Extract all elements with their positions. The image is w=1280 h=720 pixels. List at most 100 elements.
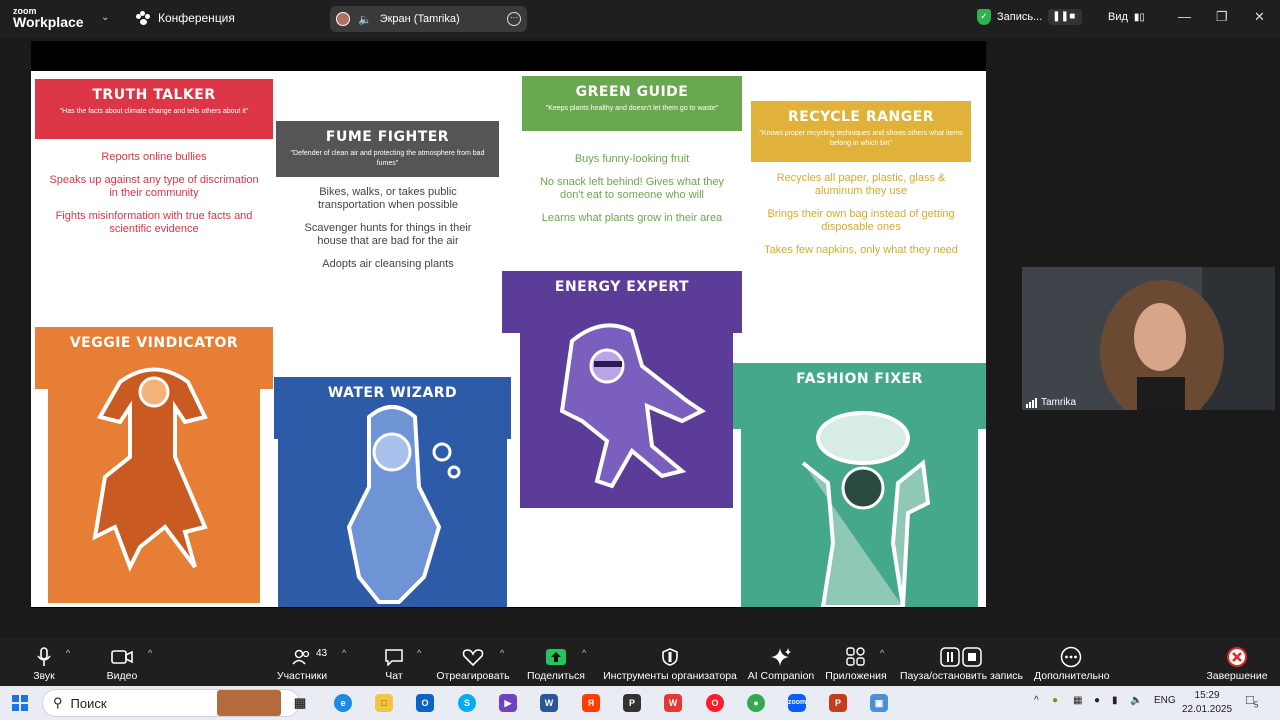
react-options-caret-icon[interactable]: ^ <box>500 648 504 658</box>
water-wizard-shirt <box>274 377 511 607</box>
microphone-icon <box>37 647 51 666</box>
apps-button[interactable]: Приложения <box>824 646 888 682</box>
recycle-ranger-header: RECYCLE RANGER "Knows proper recycling t… <box>751 101 971 162</box>
security-shield-icon[interactable]: ✓ <box>977 9 991 25</box>
card-title: RECYCLE RANGER <box>787 109 935 125</box>
zoom-taskbar-icon[interactable]: zoom <box>788 694 806 712</box>
bullet: Scavenger hunts for things in their hous… <box>304 222 472 247</box>
notification-count: 5 <box>1253 700 1259 710</box>
react-button[interactable]: Отреагировать <box>436 646 510 682</box>
file-explorer-icon[interactable]: □ <box>375 694 393 712</box>
screen-share-indicator[interactable]: 🔈 Экран (Tamrika) ··· <box>330 6 527 32</box>
share-screen-icon <box>546 649 566 665</box>
ai-companion-button[interactable]: AI Companion <box>746 646 816 682</box>
fume-fighter-bullets: Bikes, walks, or takes public transporta… <box>293 186 483 281</box>
share-screen-button[interactable]: Поделиться <box>526 646 586 682</box>
pause-recording-icon[interactable]: ❚❚ <box>1052 11 1069 23</box>
app-p-icon[interactable]: P <box>623 694 641 712</box>
chat-button[interactable]: Чат <box>380 646 408 682</box>
card-title: GREEN GUIDE <box>575 84 689 100</box>
tray-volume-icon[interactable]: 🔈 <box>1130 695 1142 706</box>
tray-language[interactable]: ENG <box>1154 695 1176 706</box>
shared-slide: TRUTH TALKER "Has the facts about climat… <box>31 71 986 607</box>
bullet: Buys funny-looking fruit <box>574 153 690 165</box>
close-window-icon[interactable]: ✕ <box>1254 9 1265 25</box>
card-subtitle: "Knows proper recycling techniques and s… <box>759 130 963 147</box>
search-highlight-image <box>217 690 281 716</box>
chrome-icon[interactable]: ● <box>747 694 765 712</box>
app-window-icon[interactable]: ▣ <box>870 694 888 712</box>
zoom-workplace-logo: zoom Workplace <box>13 6 84 29</box>
energy-expert-shirt <box>502 271 742 508</box>
participants-count: 43 <box>316 648 328 659</box>
heart-icon <box>462 649 484 666</box>
meeting-info-button[interactable]: Конференция <box>136 11 235 25</box>
tray-chevron-icon[interactable]: ^ <box>1034 695 1039 706</box>
taskbar-clock[interactable]: 15:29 22.01.2025 <box>1182 689 1232 717</box>
stop-recording-icon[interactable]: ■ <box>1066 11 1078 23</box>
audio-button[interactable]: Звук <box>28 646 60 682</box>
end-meeting-button[interactable]: Завершение <box>1206 646 1268 682</box>
water-wizard-hero: WATER WIZARD <box>274 377 511 607</box>
more-label: Дополнительно <box>1034 670 1110 682</box>
truth-talker-header: TRUTH TALKER "Has the facts about climat… <box>35 79 273 139</box>
pause-stop-recording-button[interactable]: Пауза/остановить запись <box>900 646 1023 682</box>
host-shield-icon <box>662 648 678 666</box>
bullet: Fights misinformation with true facts an… <box>55 210 253 235</box>
hero-title: FASHION FIXER <box>796 371 923 387</box>
meeting-label: Конференция <box>158 11 235 25</box>
participant-name: Tamrika <box>1041 397 1077 408</box>
word-icon[interactable]: W <box>540 694 558 712</box>
task-view-icon[interactable]: ▦ <box>291 694 309 712</box>
skype-icon[interactable]: S <box>458 694 476 712</box>
windows-start-icon[interactable] <box>12 695 28 711</box>
apps-label: Приложения <box>825 670 887 682</box>
pause-record-label: Пауза/остановить запись <box>900 670 1023 682</box>
tray-battery-icon[interactable]: ▮ <box>1112 695 1118 706</box>
notifications-icon[interactable]: □5 <box>1246 692 1258 710</box>
yandex-browser-icon[interactable]: Я <box>582 694 600 712</box>
tray-microphone-icon[interactable]: ● <box>1094 695 1100 706</box>
video-label: Видео <box>106 670 138 682</box>
opera-icon[interactable]: O <box>706 694 724 712</box>
zoom-top-bar: zoom Workplace ⌄ Конференция 🔈 Экран (Ta… <box>0 0 1280 38</box>
edge-icon[interactable]: e <box>334 694 352 712</box>
host-tools-button[interactable]: Инструменты организатора <box>603 646 737 682</box>
more-options-icon[interactable]: ··· <box>507 12 521 26</box>
veggie-vindicator-hero: VEGGIE VINDICATOR <box>35 327 273 603</box>
view-button[interactable]: Вид ▮▯ <box>1108 11 1145 23</box>
more-button[interactable]: Дополнительно <box>1034 646 1110 682</box>
powerpoint-icon[interactable]: P <box>829 694 847 712</box>
audio-options-caret-icon[interactable]: ^ <box>66 648 70 658</box>
recording-indicator: ✓ Запись... ❚❚ ■ <box>977 9 1083 25</box>
clipchamp-icon[interactable]: ▶ <box>499 694 517 712</box>
fume-fighter-header: FUME FIGHTER "Defender of clean air and … <box>276 121 499 177</box>
participants-button[interactable]: 43 Участники <box>276 646 328 682</box>
meeting-stage: TRUTH TALKER "Has the facts about climat… <box>0 38 1280 638</box>
apps-icon <box>846 647 865 666</box>
tray-app-icon[interactable]: ● <box>1052 695 1058 706</box>
bullet: Adopts air cleansing plants <box>322 258 454 270</box>
card-subtitle: "Keeps plants healthy and doesn't let th… <box>545 105 719 112</box>
recording-label: Запись... <box>997 11 1043 23</box>
video-button[interactable]: Видео <box>104 646 140 682</box>
chat-options-caret-icon[interactable]: ^ <box>417 648 421 658</box>
share-options-caret-icon[interactable]: ^ <box>582 648 586 658</box>
maximize-icon[interactable]: ❐ <box>1216 9 1228 25</box>
meeting-controls: Звук ^ Видео ^ 43 Участники ^ Чат ^ Отре… <box>0 638 1280 686</box>
outlook-icon[interactable]: O <box>416 694 434 712</box>
veggie-vindicator-shirt <box>35 327 273 603</box>
truth-talker-bullets: Reports online bullies Speaks up against… <box>45 151 263 246</box>
participants-options-caret-icon[interactable]: ^ <box>342 648 346 658</box>
logo-menu-chevron-icon[interactable]: ⌄ <box>101 12 109 23</box>
taskbar-search[interactable]: ⚲ Поиск <box>42 689 300 717</box>
minimize-icon[interactable]: — <box>1178 9 1191 24</box>
wps-icon[interactable]: W <box>664 694 682 712</box>
participant-video-tile[interactable]: Tamrika <box>1022 267 1275 410</box>
speaker-icon: 🔈 <box>358 13 372 26</box>
tray-network-icon[interactable]: ▦ <box>1073 695 1082 706</box>
apps-options-caret-icon[interactable]: ^ <box>880 648 884 658</box>
more-icon <box>1060 646 1082 668</box>
video-options-caret-icon[interactable]: ^ <box>148 648 152 658</box>
audio-label: Звук <box>33 670 55 682</box>
